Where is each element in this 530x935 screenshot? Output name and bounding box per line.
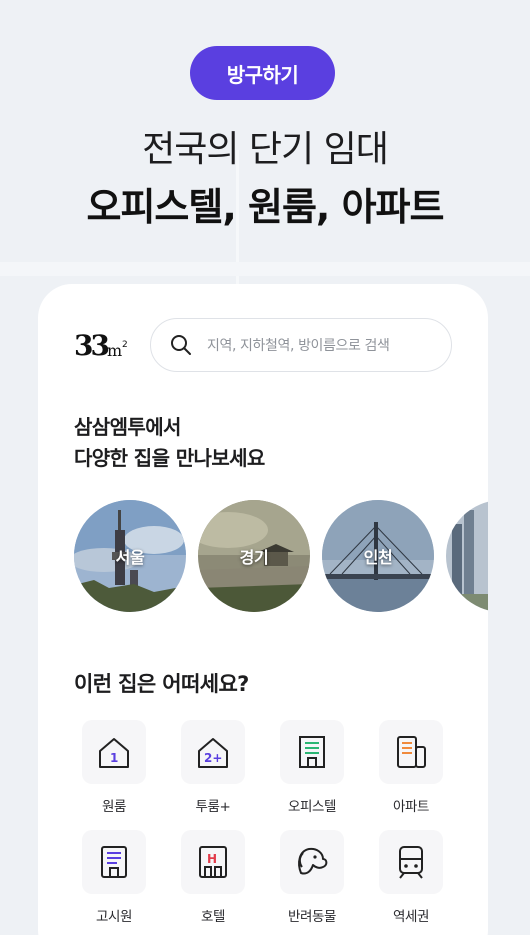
category-tworoom[interactable]: 2+ 투룸+ [173,720,253,815]
region-next[interactable] [446,500,488,612]
train-icon [399,846,423,879]
region-gyeonggi[interactable]: 경기 [198,500,310,612]
category-tile: H [181,830,245,894]
category-tile: 1 [82,720,146,784]
category-tile: 2+ [181,720,245,784]
headline-line1: 전국의 단기 임대 [142,129,389,170]
find-room-badge[interactable]: 방구하기 [190,46,335,100]
category-station[interactable]: 역세권 [371,830,451,925]
category-oneroom[interactable]: 1 원룸 [74,720,154,815]
search-field[interactable]: 지역, 지하철역, 방이름으로 검색 [150,318,452,372]
apartment-icon [397,736,426,768]
category-apartment[interactable]: 아파트 [371,720,451,815]
svg-text:2+: 2+ [204,751,222,765]
logo: 33 m 2 [74,329,128,362]
region-seoul[interactable]: 서울 [74,500,186,612]
category-tile [280,830,344,894]
svg-text:33: 33 [74,329,108,362]
app-preview-card: 33 m 2 지역, 지하철역, 방이름으로 검색 삼삼엠투에서 다양한 집을 … [38,284,488,935]
category-tile [82,830,146,894]
house-2plus-icon: 2+ [198,738,228,768]
region-carousel[interactable]: 서울 경기 인천 [74,500,488,616]
category-hotel[interactable]: H 호텔 [173,830,253,925]
category-pets[interactable]: 반려동물 [272,830,352,925]
dog-icon [298,847,328,875]
region-incheon[interactable]: 인천 [322,500,434,612]
hotel-icon: H [199,846,227,878]
headline-line2: 오피스텔, 원룸, 아파트 [86,185,445,229]
category-gosiwon[interactable]: 고시원 [74,830,154,925]
office-building-icon [299,736,325,768]
category-tile [379,720,443,784]
svg-text:1: 1 [110,751,118,765]
search-placeholder: 지역, 지하철역, 방이름으로 검색 [207,338,390,354]
category-tile [280,720,344,784]
category-officetel[interactable]: 오피스텔 [272,720,352,815]
svg-text:2: 2 [122,340,128,350]
gosiwon-building-icon [101,846,127,878]
svg-text:H: H [207,852,217,866]
category-tile [379,830,443,894]
categories-title: 이런 집은 어떠세요? [74,672,249,696]
svg-text:m: m [107,341,122,360]
house-1-icon: 1 [99,738,129,768]
regions-title: 삼삼엠투에서 다양한 집을 만나보세요 [74,415,265,470]
search-icon [171,335,191,355]
